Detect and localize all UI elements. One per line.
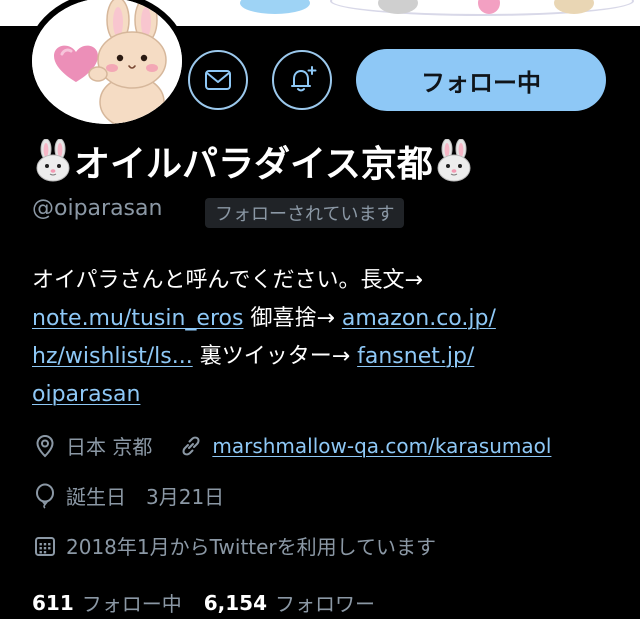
following-label: フォロー中 bbox=[81, 592, 182, 616]
bio-link-note[interactable]: note.mu/tusin_eros bbox=[32, 306, 243, 331]
bio-line: オイパラさんと呼んでください。長文→ bbox=[32, 262, 622, 300]
followers-label: フォロワー bbox=[275, 592, 376, 616]
profile-display-name: オイルパラダイス京都 bbox=[32, 134, 475, 188]
balloon-icon bbox=[32, 483, 58, 509]
following-count-link[interactable]: 611 フォロー中 bbox=[32, 588, 182, 617]
banner-decoration bbox=[240, 0, 310, 14]
location-text: 日本 京都 bbox=[66, 435, 153, 459]
followers-count-link[interactable]: 6,154 フォロワー bbox=[204, 588, 375, 617]
profile-handle: @oiparasan bbox=[32, 196, 163, 221]
website-link[interactable]: marshmallow-qa.com/karasumaol bbox=[212, 434, 551, 458]
profile-bio: オイパラさんと呼んでください。長文→ note.mu/tusin_eros 御喜… bbox=[32, 262, 622, 414]
message-button[interactable] bbox=[188, 50, 248, 110]
notify-button[interactable] bbox=[272, 50, 332, 110]
rabbit-face-emoji-icon bbox=[32, 139, 74, 183]
following-button-label: フォロー中 bbox=[421, 68, 541, 97]
profile-location-row: 日本 京都 marshmallow-qa.com/karasumaol bbox=[32, 431, 551, 460]
profile-birthday-row: 誕生日 3月21日 bbox=[32, 481, 224, 510]
bio-line: oiparasan bbox=[32, 376, 622, 414]
display-name-text: オイルパラダイス京都 bbox=[74, 144, 433, 185]
envelope-icon bbox=[205, 70, 231, 90]
birthday-text: 誕生日 3月21日 bbox=[66, 485, 225, 509]
joined-text: 2018年1月からTwitterを利用しています bbox=[66, 535, 437, 559]
link-icon bbox=[178, 433, 204, 459]
bell-plus-icon bbox=[291, 66, 317, 92]
calendar-icon bbox=[32, 533, 58, 559]
bio-link-fansnet[interactable]: fansnet.jp/ bbox=[357, 344, 474, 369]
bio-text: 御喜捨→ bbox=[243, 306, 342, 331]
follows-you-badge: フォローされています bbox=[205, 198, 405, 228]
bio-line: note.mu/tusin_eros 御喜捨→ amazon.co.jp/ bbox=[32, 300, 622, 338]
bio-text: 裏ツイッター→ bbox=[192, 344, 358, 369]
rabbit-face-emoji-icon bbox=[433, 139, 475, 183]
bio-link-fansnet-continued[interactable]: oiparasan bbox=[32, 382, 140, 407]
avatar-bunny-illustration bbox=[32, 0, 182, 124]
bio-link-amazon-continued[interactable]: hz/wishlist/ls... bbox=[32, 344, 193, 369]
map-pin-icon bbox=[32, 433, 58, 459]
following-button[interactable]: フォロー中 bbox=[356, 49, 606, 111]
profile-joined-row: 2018年1月からTwitterを利用しています bbox=[32, 531, 436, 560]
profile-avatar[interactable] bbox=[26, 0, 188, 130]
bio-text: オイパラさんと呼んでください。長文→ bbox=[32, 268, 423, 293]
bio-link-amazon[interactable]: amazon.co.jp/ bbox=[342, 306, 496, 331]
bio-line: hz/wishlist/ls... 裏ツイッター→ fansnet.jp/ bbox=[32, 338, 622, 376]
followers-count: 6,154 bbox=[203, 590, 268, 615]
following-count: 611 bbox=[32, 590, 74, 615]
profile-follow-counts: 611 フォロー中 6,154 フォロワー bbox=[32, 588, 375, 617]
